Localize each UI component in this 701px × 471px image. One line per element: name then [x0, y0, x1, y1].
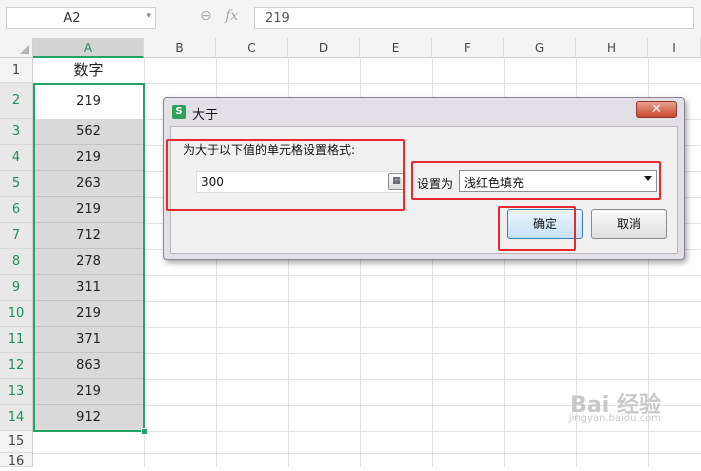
row-header-10[interactable]: 10 — [0, 301, 33, 327]
dialog-title-bar[interactable]: S 大于 ✕ — [164, 98, 684, 124]
select-all-corner[interactable] — [0, 38, 33, 58]
column-header-g[interactable]: G — [504, 38, 576, 58]
column-header-d[interactable]: D — [288, 38, 360, 58]
dialog-title: 大于 — [192, 108, 219, 123]
row-header-15[interactable]: 15 — [0, 431, 33, 453]
formula-bar: A2 ▾ ⊖ fx 219 — [0, 0, 701, 39]
row-header-8[interactable]: 8 — [0, 249, 33, 275]
row-header-9[interactable]: 9 — [0, 275, 33, 301]
cancel-button[interactable]: 取消 — [591, 209, 667, 239]
column-header-e[interactable]: E — [360, 38, 432, 58]
row-header-11[interactable]: 11 — [0, 327, 33, 353]
column-header-b[interactable]: B — [144, 38, 216, 58]
chevron-down-icon[interactable]: ▾ — [146, 11, 151, 21]
annotation-box-ok — [498, 206, 576, 251]
formula-icons: ⊖ fx — [200, 8, 247, 28]
zoom-icon[interactable]: ⊖ — [200, 8, 212, 24]
selection-range-border — [33, 83, 145, 432]
name-box[interactable]: A2 ▾ — [6, 7, 156, 29]
grid-line — [33, 453, 701, 454]
formula-input[interactable]: 219 — [254, 7, 694, 29]
column-header-f[interactable]: F — [432, 38, 504, 58]
column-header-i[interactable]: I — [648, 38, 701, 58]
column-header-c[interactable]: C — [216, 38, 288, 58]
row-header-5[interactable]: 5 — [0, 171, 33, 197]
row-header-7[interactable]: 7 — [0, 223, 33, 249]
row-header-1[interactable]: 1 — [0, 58, 33, 83]
row-header-12[interactable]: 12 — [0, 353, 33, 379]
annotation-box-format — [411, 161, 661, 200]
row-header-14[interactable]: 14 — [0, 405, 33, 431]
watermark-url: jingyan.baidu.com — [568, 413, 661, 424]
cell-a1-header[interactable]: 数字 — [34, 58, 143, 83]
column-header-h[interactable]: H — [576, 38, 648, 58]
wps-app-icon: S — [172, 105, 186, 119]
annotation-box-value — [166, 139, 405, 211]
row-header-2[interactable]: 2 — [0, 83, 33, 119]
close-button[interactable]: ✕ — [636, 101, 677, 118]
row-header-16[interactable]: 16 — [0, 453, 33, 469]
formula-value: 219 — [265, 11, 290, 26]
row-header-3[interactable]: 3 — [0, 119, 33, 145]
row-header-4[interactable]: 4 — [0, 145, 33, 171]
fx-icon[interactable]: fx — [225, 8, 238, 24]
corner-triangle-icon — [20, 45, 29, 54]
fill-handle[interactable] — [141, 428, 148, 435]
row-header-6[interactable]: 6 — [0, 197, 33, 223]
column-header-a[interactable]: A — [33, 38, 144, 58]
name-box-value: A2 — [63, 11, 81, 26]
row-header-13[interactable]: 13 — [0, 379, 33, 405]
